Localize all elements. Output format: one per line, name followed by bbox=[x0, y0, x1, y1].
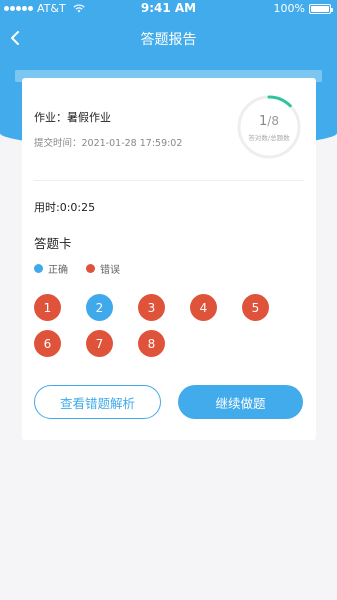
divider bbox=[34, 180, 304, 181]
question-3[interactable]: 3 bbox=[138, 294, 165, 321]
wrong-dot-icon bbox=[86, 264, 95, 273]
battery-icon bbox=[309, 3, 333, 14]
legend: 正确 错误 bbox=[34, 261, 138, 276]
legend-wrong: 错误 bbox=[86, 261, 120, 276]
score-ring: 1/8 答对数/总题数 bbox=[236, 94, 302, 160]
question-number: 4 bbox=[199, 300, 208, 315]
legend-wrong-label: 错误 bbox=[100, 265, 120, 276]
question-2[interactable]: 2 bbox=[86, 294, 113, 321]
homework-name: 作业：暑假作业 bbox=[34, 111, 111, 124]
submit-time: 提交时间：2021-01-28 17:59:02 bbox=[34, 138, 183, 149]
question-number: 5 bbox=[251, 300, 260, 315]
question-number: 6 bbox=[43, 336, 52, 351]
question-6[interactable]: 6 bbox=[34, 330, 61, 357]
total-count: /8 bbox=[267, 114, 279, 128]
report-card: 作业：暑假作业 提交时间：2021-01-28 17:59:02 1/8 答对数… bbox=[22, 78, 316, 440]
nav-bar: 答题报告 bbox=[0, 20, 337, 56]
question-number: 7 bbox=[95, 336, 104, 351]
question-1[interactable]: 1 bbox=[34, 294, 61, 321]
question-5[interactable]: 5 bbox=[242, 294, 269, 321]
battery-percent: 100% bbox=[273, 2, 305, 15]
legend-correct: 正确 bbox=[34, 261, 68, 276]
question-4[interactable]: 4 bbox=[190, 294, 217, 321]
legend-correct-label: 正确 bbox=[48, 265, 68, 276]
continue-button[interactable]: 继续做题 bbox=[178, 385, 303, 419]
question-number: 1 bbox=[43, 300, 52, 315]
status-bar: AT&T 9:41 AM 100% bbox=[0, 0, 337, 18]
score-text: 1/8 bbox=[236, 114, 302, 129]
question-number: 2 bbox=[95, 300, 104, 315]
question-number: 3 bbox=[147, 300, 156, 315]
answer-card-title: 答题卡 bbox=[34, 236, 72, 251]
page-title: 答题报告 bbox=[140, 32, 197, 48]
score-caption: 答对数/总题数 bbox=[248, 134, 290, 142]
question-8[interactable]: 8 bbox=[138, 330, 165, 357]
review-wrong-button[interactable]: 查看错题解析 bbox=[34, 385, 161, 419]
time-used: 用时:0:0:25 bbox=[34, 201, 96, 214]
question-7[interactable]: 7 bbox=[86, 330, 113, 357]
correct-dot-icon bbox=[34, 264, 43, 273]
question-number: 8 bbox=[147, 336, 156, 351]
